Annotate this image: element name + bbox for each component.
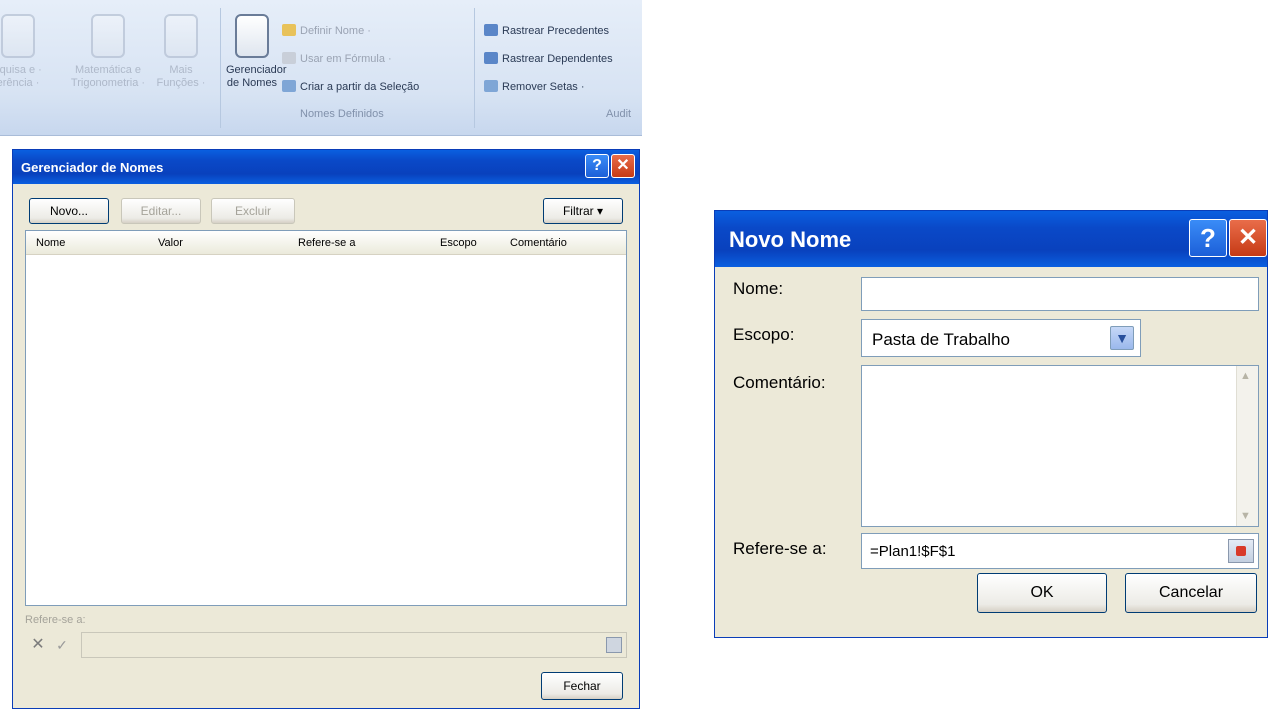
math-label-b: Trigonometria — [70, 77, 139, 89]
cancel-button-label: Cancelar — [1158, 584, 1224, 601]
name-manager-label-a: Gerenciador — [226, 64, 287, 76]
new-button-label: Novo... — [49, 204, 88, 218]
remove-arrows-icon — [484, 80, 498, 92]
functions-book-icon — [164, 14, 198, 58]
names-list[interactable]: Nome Valor Refere-se a Escopo Comentário — [25, 230, 627, 606]
use-in-formula-label: Usar em Fórmula — [300, 53, 385, 65]
column-header-value[interactable]: Valor — [158, 237, 183, 249]
name-label: Nome: — [733, 279, 784, 298]
ribbon-formulas: squisa e · erência · Matemática e Trigon… — [0, 0, 642, 136]
ribbon-separator — [220, 8, 221, 128]
create-from-selection-icon — [282, 80, 296, 92]
remove-arrows-label: Remover Setas — [502, 81, 578, 93]
trace-precedents-button[interactable]: Rastrear Precedentes — [484, 24, 609, 38]
math-label-a: Matemática e — [74, 64, 142, 76]
close-button[interactable]: ✕ — [1229, 219, 1267, 257]
lookup-label-a: squisa e — [0, 64, 36, 76]
scope-select[interactable]: Pasta de Trabalho ▼ — [861, 319, 1141, 357]
ribbon-separator — [474, 8, 475, 128]
collapse-dialog-icon[interactable] — [606, 637, 622, 653]
lookup-label-b: erência — [0, 77, 33, 89]
trace-dependents-icon — [484, 52, 498, 64]
column-header-comment[interactable]: Comentário — [510, 237, 567, 249]
scope-select-value: Pasta de Trabalho — [872, 330, 1010, 349]
cancel-edit-icon[interactable]: ✕ — [27, 634, 49, 656]
trace-precedents-icon — [484, 24, 498, 36]
comment-textarea[interactable]: ▲ ▼ — [861, 365, 1259, 527]
edit-name-button[interactable]: Editar... — [121, 198, 201, 224]
column-header-scope[interactable]: Escopo — [440, 237, 477, 249]
confirm-edit-icon[interactable]: ✓ — [51, 634, 73, 656]
delete-name-button[interactable]: Excluir — [211, 198, 295, 224]
define-name-label: Definir Nome — [300, 25, 365, 37]
use-in-formula-button[interactable]: Usar em Fórmula · — [282, 52, 392, 66]
collapse-dialog-glyph — [1236, 546, 1246, 556]
use-in-formula-icon — [282, 52, 296, 64]
comment-scrollbar[interactable]: ▲ ▼ — [1236, 366, 1258, 526]
chevron-down-icon[interactable]: ▼ — [1110, 326, 1134, 350]
collapse-dialog-icon[interactable] — [1228, 539, 1254, 563]
close-button[interactable]: ✕ — [611, 154, 635, 178]
lookup-reference-button[interactable]: squisa e · erência · — [0, 14, 42, 90]
refers-to-value: =Plan1!$F$1 — [870, 543, 956, 560]
new-name-titlebar: Novo Nome ? ✕ — [715, 211, 1267, 267]
scope-label: Escopo: — [733, 325, 795, 344]
name-manager-titlebar: Gerenciador de Nomes ? ✕ — [13, 150, 639, 184]
help-button[interactable]: ? — [585, 154, 609, 178]
trace-precedents-label: Rastrear Precedentes — [502, 25, 609, 37]
more-label-b: Funções — [156, 77, 199, 89]
auditing-group-label: Audit — [606, 108, 632, 120]
math-book-icon — [91, 14, 125, 58]
scroll-down-icon[interactable]: ▼ — [1240, 510, 1251, 522]
remove-arrows-button[interactable]: Remover Setas · — [484, 80, 585, 94]
name-manager-label-b: de Nomes — [226, 77, 278, 89]
new-name-dialog: Novo Nome ? ✕ Nome: Escopo: Pasta de Tra… — [714, 210, 1268, 638]
help-button[interactable]: ? — [1189, 219, 1227, 257]
math-trig-button[interactable]: Matemática e Trigonometria · — [62, 14, 154, 90]
ok-button[interactable]: OK — [977, 573, 1107, 613]
refers-to-label: Refere-se a: — [25, 614, 86, 626]
trace-dependents-button[interactable]: Rastrear Dependentes — [484, 52, 613, 66]
create-from-selection-button[interactable]: Criar a partir da Seleção — [282, 80, 419, 94]
filter-button-label: Filtrar — [562, 204, 594, 218]
close-dialog-button[interactable]: Fechar — [541, 672, 623, 700]
cancel-button[interactable]: Cancelar — [1125, 573, 1257, 613]
edit-button-label: Editar... — [140, 204, 182, 218]
refers-to-input[interactable]: =Plan1!$F$1 — [861, 533, 1259, 569]
define-name-icon — [282, 24, 296, 36]
name-input[interactable] — [861, 277, 1259, 311]
trace-dependents-label: Rastrear Dependentes — [502, 53, 613, 65]
name-manager-icon — [235, 14, 269, 58]
delete-button-label: Excluir — [234, 204, 271, 218]
refers-to-label: Refere-se a: — [733, 539, 827, 558]
refers-to-field[interactable] — [81, 632, 627, 658]
ok-button-label: OK — [1030, 584, 1054, 601]
filter-button[interactable]: Filtrar ▾ — [543, 198, 623, 224]
names-list-header: Nome Valor Refere-se a Escopo Comentário — [26, 231, 626, 255]
comment-label: Comentário: — [733, 373, 826, 392]
new-name-button[interactable]: Novo... — [29, 198, 109, 224]
name-manager-dialog: Gerenciador de Nomes ? ✕ Novo... Editar.… — [12, 149, 640, 709]
column-header-name[interactable]: Nome — [36, 237, 65, 249]
scroll-up-icon[interactable]: ▲ — [1240, 370, 1251, 382]
new-name-title: Novo Nome — [729, 227, 852, 252]
more-label-a: Mais — [169, 64, 193, 76]
close-button-label: Fechar — [563, 679, 601, 693]
create-from-selection-label: Criar a partir da Seleção — [300, 81, 420, 93]
defined-names-group-label: Nomes Definidos — [300, 108, 384, 120]
define-name-button[interactable]: Definir Nome · — [282, 24, 371, 38]
more-functions-button[interactable]: Mais Funções · — [152, 14, 210, 90]
book-icon — [1, 14, 35, 58]
dropdown-arrow-icon: ▾ — [596, 204, 604, 218]
name-manager-button[interactable]: Gerenciador de Nomes — [226, 14, 287, 90]
name-manager-title: Gerenciador de Nomes — [21, 160, 164, 175]
column-header-refers-to[interactable]: Refere-se a — [298, 237, 355, 249]
